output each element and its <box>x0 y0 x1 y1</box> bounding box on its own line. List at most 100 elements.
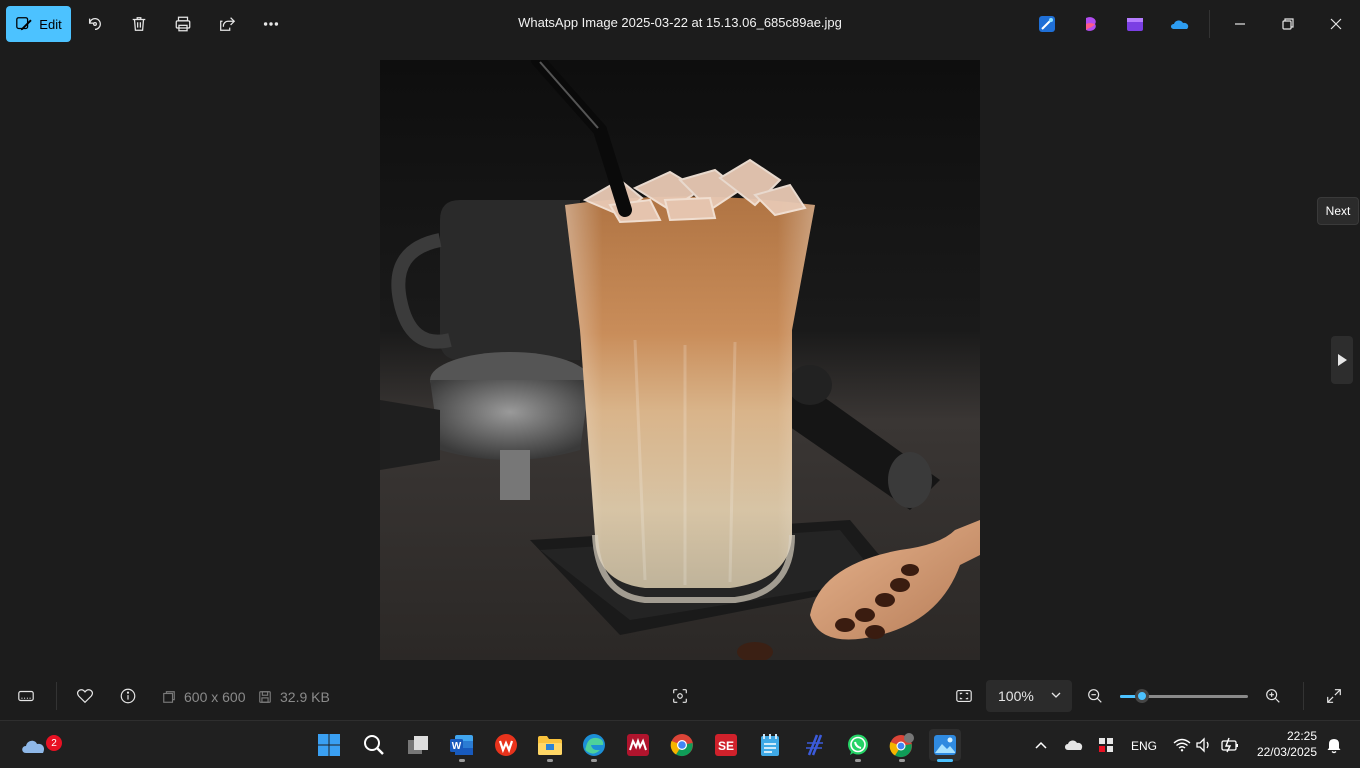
chevron-up-icon <box>1035 741 1047 749</box>
fit-window-icon <box>956 690 972 702</box>
zoom-dropdown[interactable]: 100% <box>986 680 1072 712</box>
minimize-button[interactable] <box>1228 12 1252 36</box>
photos-icon <box>934 735 956 755</box>
minimize-icon <box>1235 23 1245 25</box>
zoom-out-icon <box>1088 689 1102 703</box>
zoom-slider-thumb[interactable] <box>1134 689 1149 703</box>
notepad-icon <box>761 734 779 756</box>
close-button[interactable] <box>1324 12 1348 36</box>
search-button[interactable] <box>358 729 390 761</box>
zoom-in-button[interactable] <box>1261 684 1285 708</box>
folder-icon <box>538 736 562 755</box>
filmstrip-icon <box>18 690 34 702</box>
scrivener-app[interactable]: SE <box>710 729 742 761</box>
edit-image-icon <box>16 17 32 31</box>
divider <box>1303 682 1304 710</box>
task-view-icon <box>408 736 428 754</box>
next-arrow-icon <box>1338 354 1347 366</box>
battery-tray[interactable] <box>1218 729 1242 761</box>
active-indicator <box>937 759 953 762</box>
edge-app[interactable] <box>578 729 610 762</box>
restore-button[interactable] <box>1276 12 1300 36</box>
start-button[interactable] <box>313 729 345 761</box>
se-app-icon: SE <box>715 734 737 756</box>
share-icon <box>220 17 236 31</box>
whatsapp-app[interactable] <box>842 729 874 762</box>
wps-app[interactable] <box>490 729 522 761</box>
file-explorer-app[interactable] <box>534 729 566 762</box>
mendeley-icon <box>627 734 649 756</box>
save-disk-icon <box>259 691 271 703</box>
chrome-profile-app[interactable] <box>886 729 918 762</box>
mendeley-app[interactable] <box>622 729 654 761</box>
next-image-button[interactable] <box>1331 336 1353 384</box>
file-info-button[interactable] <box>116 684 140 708</box>
wifi-icon <box>1173 738 1191 752</box>
battery-charging-icon <box>1221 737 1238 753</box>
wifi-tray[interactable] <box>1170 729 1194 761</box>
edge-icon <box>583 734 605 756</box>
photo-canvas[interactable] <box>380 60 980 660</box>
svg-text:SE: SE <box>718 739 734 753</box>
share-button[interactable] <box>215 12 239 36</box>
chevron-down-icon <box>1051 692 1061 698</box>
running-indicator <box>547 759 553 762</box>
edit-button-label: Edit <box>39 16 62 32</box>
security-tray[interactable] <box>1094 729 1118 761</box>
file-title: WhatsApp Image 2025-03-22 at 15.13.06_68… <box>518 15 842 30</box>
running-indicator <box>899 759 905 762</box>
clipchamp-icon <box>1127 18 1143 31</box>
visual-search-icon <box>673 689 687 703</box>
copilot-designer-button[interactable] <box>1082 14 1102 34</box>
clipchamp-button[interactable] <box>1125 14 1145 34</box>
input-language[interactable]: ENG <box>1131 739 1157 753</box>
dimensions-icon <box>163 691 175 703</box>
filmstrip-button[interactable] <box>14 684 38 708</box>
favorite-button[interactable] <box>73 684 97 708</box>
cloud-weather-icon <box>22 740 45 753</box>
notepad-app[interactable] <box>754 729 786 761</box>
delete-button[interactable] <box>127 12 151 36</box>
rotate-button[interactable] <box>83 12 107 36</box>
delete-icon <box>132 17 146 31</box>
print-button[interactable] <box>171 12 195 36</box>
chrome-profile-icon <box>889 733 914 758</box>
search-icon <box>364 735 384 755</box>
designer-button[interactable] <box>1037 14 1057 34</box>
edit-button[interactable]: Edit <box>6 6 71 42</box>
task-view-button[interactable] <box>402 729 434 761</box>
more-options-button[interactable] <box>259 12 283 36</box>
visual-search-button[interactable] <box>668 684 692 708</box>
dimensions-text: 600 x 600 <box>184 689 246 705</box>
windows-taskbar: 2 W SE ENG 22:25 22/03/2025 <box>0 720 1360 768</box>
photos-app[interactable] <box>929 729 961 762</box>
volume-tray[interactable] <box>1192 729 1216 761</box>
zoom-out-button[interactable] <box>1083 684 1107 708</box>
whatsapp-icon <box>848 734 868 755</box>
clock-time[interactable]: 22:25 <box>1255 729 1317 743</box>
pen-slash-icon <box>806 734 823 756</box>
word-app[interactable]: W <box>446 729 478 762</box>
zoom-slider[interactable] <box>1120 689 1248 703</box>
fit-to-window-button[interactable] <box>952 684 976 708</box>
svg-text:W: W <box>452 741 462 752</box>
top-toolbar: Edit WhatsApp Image 2025-03-22 at 15.13.… <box>0 0 1360 48</box>
weather-widget[interactable]: 2 <box>16 729 62 761</box>
zoom-value: 100% <box>998 688 1034 704</box>
onedrive-tray[interactable] <box>1062 729 1086 761</box>
print-icon <box>175 16 191 32</box>
show-hidden-icons-button[interactable] <box>1030 729 1052 761</box>
clipchamp-like-icon <box>1086 17 1096 31</box>
fullscreen-button[interactable] <box>1322 684 1346 708</box>
word-icon: W <box>450 735 473 755</box>
divider <box>56 682 57 710</box>
clock-date[interactable]: 22/03/2025 <box>1255 745 1317 759</box>
chrome-app[interactable] <box>666 729 698 761</box>
stylus-app[interactable] <box>798 729 830 761</box>
onedrive-button[interactable] <box>1169 14 1189 34</box>
notifications-button[interactable] <box>1322 729 1346 761</box>
info-icon <box>120 688 136 704</box>
zoom-in-icon <box>1266 689 1280 703</box>
more-icon <box>263 22 279 26</box>
designer-icon <box>1039 16 1055 32</box>
